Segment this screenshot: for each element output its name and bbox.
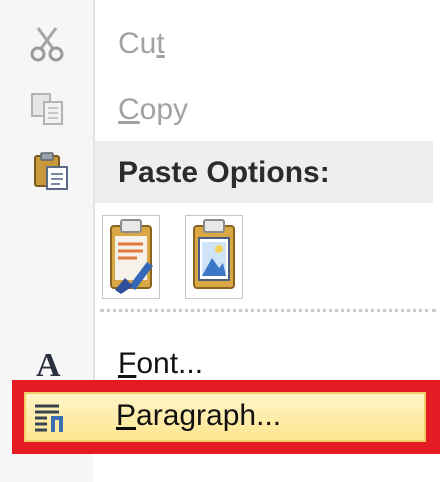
copy-icon [28, 92, 68, 128]
mnemonic-letter: t [156, 27, 165, 60]
menu-item-cut[interactable]: Cut [0, 8, 443, 80]
clipboard-icon [32, 151, 72, 191]
mnemonic-letter: P [116, 399, 137, 432]
menu-item-copy[interactable]: Copy [0, 74, 443, 146]
menu-item-label: Copy [118, 90, 188, 130]
menu-separator [100, 309, 436, 312]
menu-item-label: Paragraph... [116, 396, 281, 436]
mnemonic-letter: C [118, 93, 140, 126]
paste-options-header: Paste Options: [0, 141, 443, 203]
menu-item-label: Cut [118, 24, 165, 64]
paragraph-icon [33, 402, 67, 434]
menu-item-label: Font... [118, 344, 203, 384]
mnemonic-letter: F [118, 347, 137, 380]
paste-text-only-icon [103, 219, 159, 302]
paste-picture-icon [186, 219, 242, 302]
scissors-icon [28, 26, 68, 62]
menu-item-paragraph[interactable]: Paragraph... [0, 382, 443, 454]
paste-picture-button[interactable] [185, 215, 243, 299]
label-suffix: ont... [136, 347, 204, 380]
paste-text-only-button[interactable] [102, 215, 160, 299]
label-suffix: opy [139, 93, 189, 126]
context-menu: Cut Copy Paste Options: A Font... Paragr… [0, 0, 443, 482]
label-prefix: Cu [118, 27, 157, 60]
paste-options-label: Paste Options: [118, 156, 330, 189]
label-suffix: aragraph... [136, 399, 282, 432]
